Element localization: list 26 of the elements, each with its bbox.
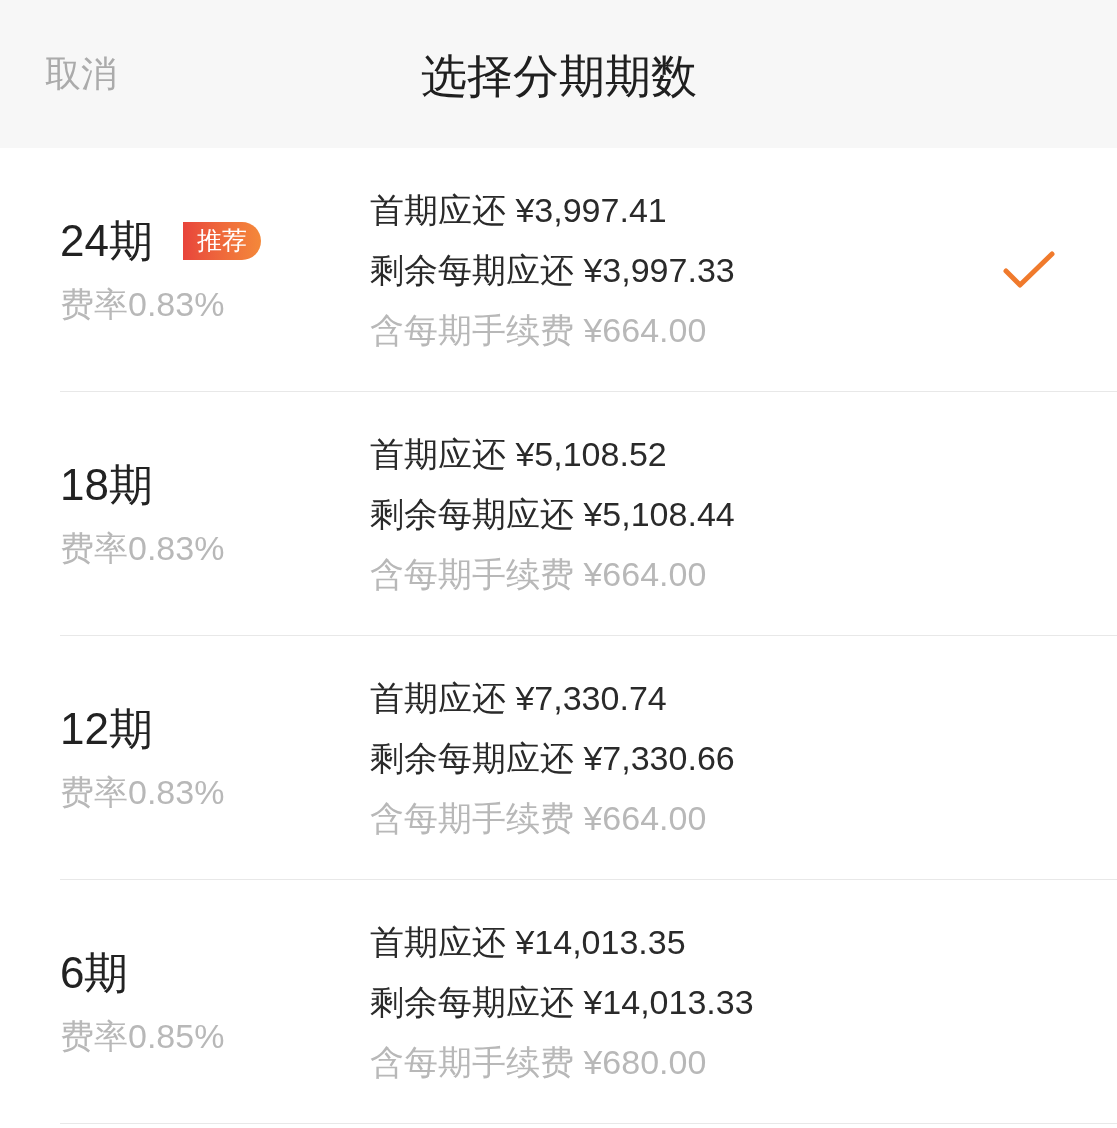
first-payment: 首期应还 ¥7,330.74: [370, 677, 667, 719]
fee-per-period: 含每期手续费 ¥680.00: [370, 1041, 707, 1083]
fee-rate: 费率0.83%: [60, 527, 225, 569]
remaining-payment: 剩余每期应还 ¥14,013.33: [370, 981, 754, 1023]
installment-option[interactable]: 12期 费率0.83% 首期应还 ¥7,330.74 剩余每期应还 ¥7,330.66 含每期手续费 ¥664.00: [60, 636, 1117, 880]
fee-per-period: 含每期手续费 ¥664.00: [370, 309, 707, 351]
fee-per-period: 含每期手续费 ¥664.00: [370, 553, 707, 595]
recommended-badge: 推荐: [182, 221, 261, 260]
first-payment: 首期应还 ¥14,013.35: [370, 921, 686, 963]
fee-rate: 费率0.83%: [60, 283, 225, 325]
installment-option[interactable]: 6期 费率0.85% 首期应还 ¥14,013.35 剩余每期应还 ¥14,013.33 含每期手续费 ¥680.00: [60, 880, 1117, 1124]
installment-periods: 18期: [60, 458, 153, 511]
installment-option[interactable]: 18期 费率0.83% 首期应还 ¥5,108.52 剩余每期应还 ¥5,108.44 含每期手续费 ¥664.00: [60, 392, 1117, 636]
installment-option[interactable]: 24期 推荐 费率0.83% 首期应还 ¥3,997.41 剩余每期应还 ¥3,997.33 含每期手续费 ¥664.00: [60, 148, 1117, 392]
remaining-payment: 剩余每期应还 ¥3,997.33: [370, 249, 735, 291]
fee-rate: 费率0.85%: [60, 1015, 225, 1057]
fee-rate: 费率0.83%: [60, 771, 225, 813]
installment-periods: 6期: [60, 946, 129, 999]
remaining-payment: 剩余每期应还 ¥5,108.44: [370, 493, 735, 535]
first-payment: 首期应还 ¥3,997.41: [370, 189, 667, 231]
page-title: 选择分期期数: [420, 49, 697, 104]
remaining-payment: 剩余每期应还 ¥7,330.66: [370, 737, 735, 779]
installment-periods: 12期: [60, 702, 153, 755]
installment-periods: 24期: [60, 214, 153, 267]
first-payment: 首期应还 ¥5,108.52: [370, 433, 667, 475]
fee-per-period: 含每期手续费 ¥664.00: [370, 797, 707, 839]
